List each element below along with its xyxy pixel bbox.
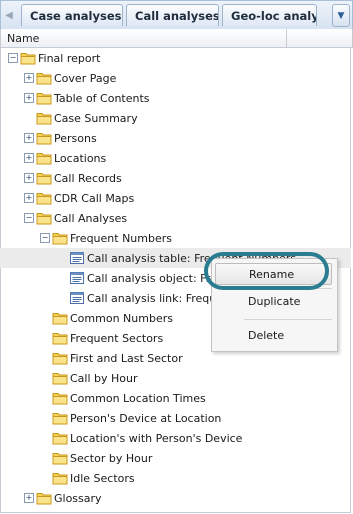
tree-item-label: Common Numbers <box>70 312 173 325</box>
tree-item-label: CDR Call Maps <box>54 192 135 205</box>
tree-row[interactable]: + CDR Call Maps <box>0 188 351 208</box>
folder-icon <box>52 231 68 245</box>
tree-row[interactable]: + Call Records <box>0 168 351 188</box>
column-header[interactable]: Name <box>0 29 353 48</box>
folder-icon <box>52 331 68 345</box>
tree-item-label: Final report <box>38 52 101 65</box>
collapse-minus-icon[interactable]: − <box>8 53 18 63</box>
tree-item-label: First and Last Sector <box>70 352 183 365</box>
tree-item-label: Glossary <box>54 492 102 505</box>
tab-overflow-chevron-icon[interactable]: ▼ <box>332 4 350 27</box>
menu-separator <box>244 288 332 289</box>
tree-row[interactable]: − Final report <box>0 48 351 68</box>
menu-separator <box>244 319 332 320</box>
tree-item-label: Persons <box>54 132 97 145</box>
tree-item-label: Idle Sectors <box>70 472 135 485</box>
scroll-tabs-left-icon[interactable]: ◀ <box>2 5 16 25</box>
folder-icon <box>36 131 52 145</box>
folder-icon <box>36 91 52 105</box>
expand-plus-icon[interactable]: + <box>24 193 34 203</box>
table-document-icon <box>69 251 85 265</box>
duplicate-label: Duplicate <box>248 295 301 308</box>
tab-geo-loc-analyses[interactable]: Geo-loc analyses <box>222 4 317 26</box>
column-divider[interactable] <box>286 29 287 47</box>
tree-item-label: Call by Hour <box>70 372 138 385</box>
tab-call-analyses[interactable]: Call analyses <box>126 4 219 26</box>
tree-item-label: Cover Page <box>54 72 117 85</box>
collapse-minus-icon[interactable]: − <box>40 233 50 243</box>
tree-row[interactable]: − Frequent Numbers <box>0 228 351 248</box>
context-menu: Rename Duplicate Delete <box>211 258 338 352</box>
folder-icon <box>52 391 68 405</box>
tree-row[interactable]: + Table of Contents <box>0 88 351 108</box>
tree-row[interactable]: Common Location Times <box>0 388 351 408</box>
menu-item-rename[interactable]: Rename <box>215 263 332 285</box>
folder-icon <box>36 111 52 125</box>
expand-plus-icon[interactable]: + <box>24 133 34 143</box>
folder-icon <box>36 191 52 205</box>
tree-row[interactable]: Idle Sectors <box>0 468 351 488</box>
folder-icon <box>52 431 68 445</box>
table-document-icon <box>69 271 85 285</box>
folder-icon <box>20 51 36 65</box>
tree-row[interactable]: + Cover Page <box>0 68 351 88</box>
menu-item-duplicate[interactable]: Duplicate <box>215 291 332 313</box>
folder-icon <box>52 471 68 485</box>
tree-item-label: Common Location Times <box>70 392 206 405</box>
tab-case-analyses[interactable]: Case analyses <box>21 4 123 26</box>
tree-item-label: Call Analyses <box>54 212 128 225</box>
table-document-icon <box>69 291 85 305</box>
rename-label: Rename <box>249 268 295 281</box>
tree-item-label: Person's Device at Location <box>70 412 222 425</box>
tree-item-label: Location's with Person's Device <box>70 432 243 445</box>
tree-item-label: Table of Contents <box>54 92 150 105</box>
tree-row[interactable]: + Locations <box>0 148 351 168</box>
tab-bar: ◀ Case analyses Call analyses Geo-loc an… <box>0 0 353 30</box>
expand-plus-icon[interactable]: + <box>24 73 34 83</box>
tree-item-label: Case Summary <box>54 112 138 125</box>
folder-icon <box>36 491 52 505</box>
tree-row[interactable]: + Persons <box>0 128 351 148</box>
tree-item-label: Sector by Hour <box>70 452 153 465</box>
collapse-minus-icon[interactable]: − <box>24 213 34 223</box>
tree-row[interactable]: Call by Hour <box>0 368 351 388</box>
tree-item-label: Call Records <box>54 172 122 185</box>
tree-row[interactable]: + Glossary <box>0 488 351 508</box>
tree-item-label: Frequent Sectors <box>70 332 164 345</box>
folder-icon <box>52 451 68 465</box>
folder-icon <box>36 171 52 185</box>
folder-icon <box>52 351 68 365</box>
folder-icon <box>36 151 52 165</box>
tree-row[interactable]: Case Summary <box>0 108 351 128</box>
tree-row[interactable]: Sector by Hour <box>0 448 351 468</box>
expand-plus-icon[interactable]: + <box>24 153 34 163</box>
folder-icon <box>52 411 68 425</box>
expand-plus-icon[interactable]: + <box>24 493 34 503</box>
folder-icon <box>52 311 68 325</box>
folder-icon <box>36 71 52 85</box>
folder-icon <box>36 211 52 225</box>
tree-row[interactable]: Person's Device at Location <box>0 408 351 428</box>
tree-item-label: Locations <box>54 152 107 165</box>
delete-label: Delete <box>248 329 285 342</box>
tree-row[interactable]: Location's with Person's Device <box>0 428 351 448</box>
tree-row[interactable]: − Call Analyses <box>0 208 351 228</box>
expand-plus-icon[interactable]: + <box>24 93 34 103</box>
expand-plus-icon[interactable]: + <box>24 173 34 183</box>
tree-item-label: Frequent Numbers <box>70 232 172 245</box>
menu-item-delete[interactable]: Delete <box>215 325 332 347</box>
column-header-name[interactable]: Name <box>7 32 39 45</box>
folder-icon <box>52 371 68 385</box>
